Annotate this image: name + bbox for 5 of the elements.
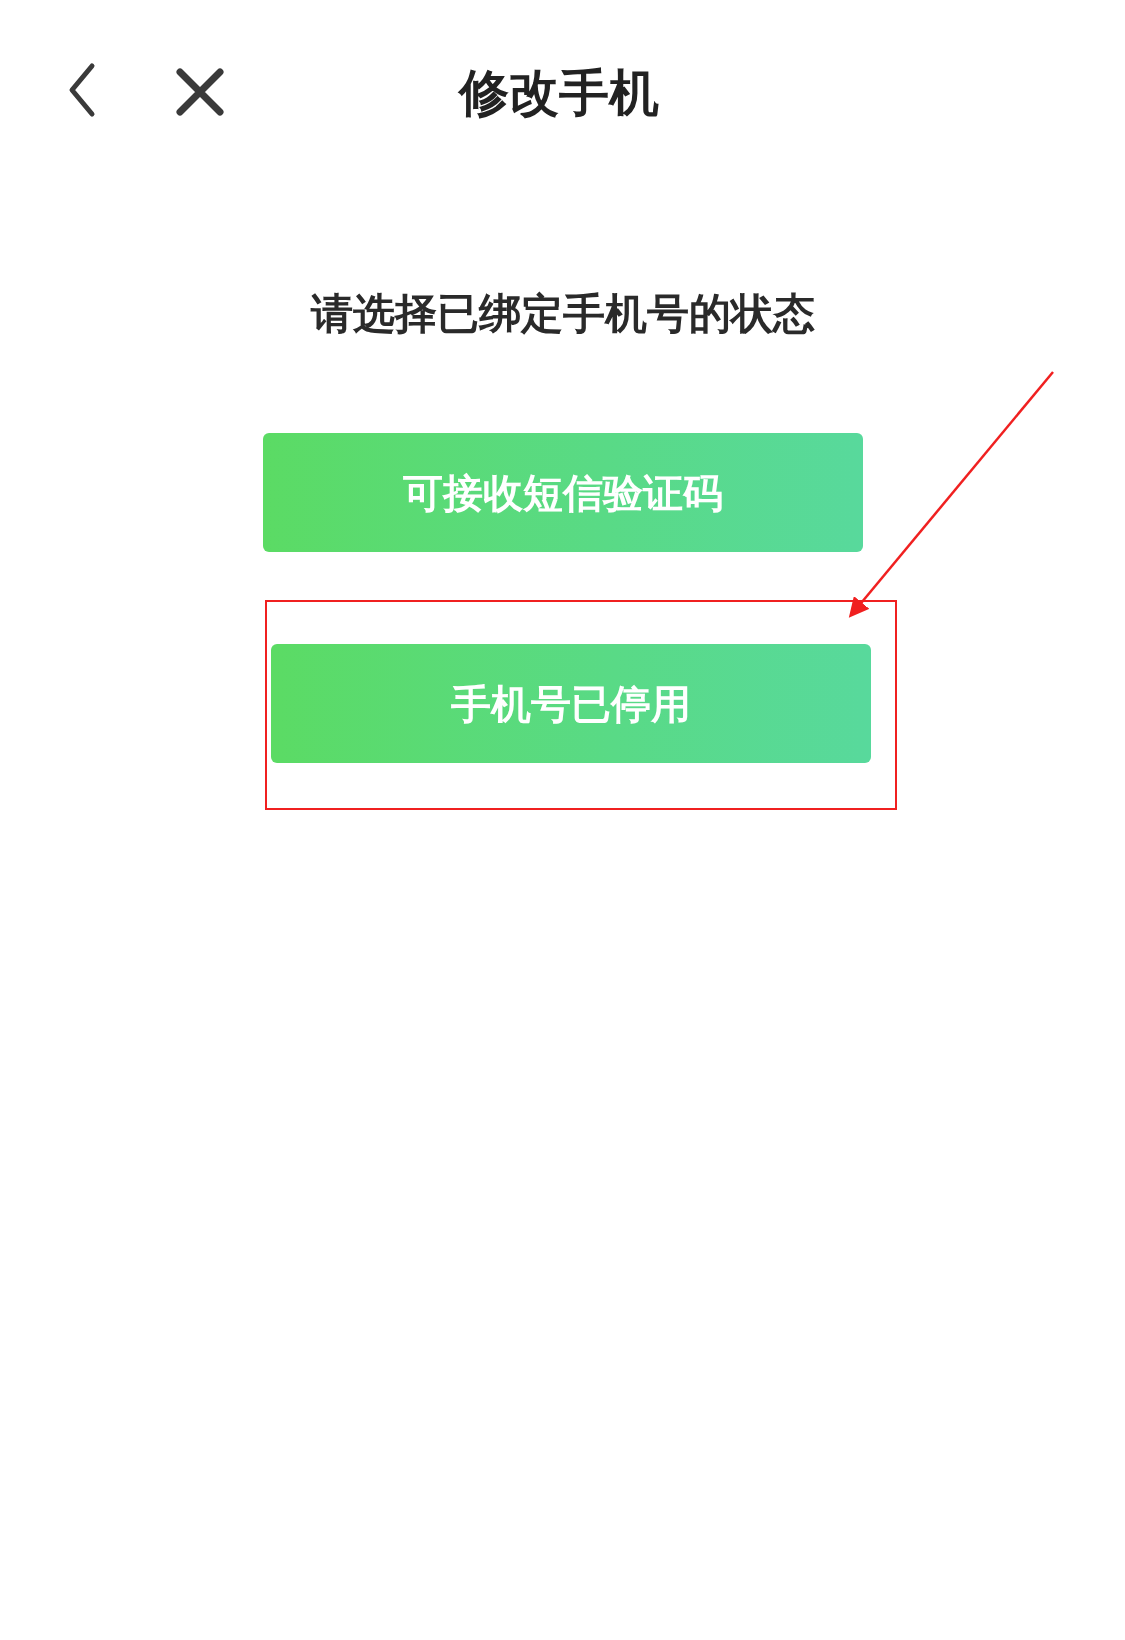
option-button[interactable]: 手机号已停用 <box>270 644 871 763</box>
prompt-text: 请选择已绑定手机号的状态 <box>310 288 815 340</box>
close-icon <box>176 68 224 116</box>
page-title: 修改手机 <box>458 62 659 124</box>
option-button[interactable]: 可接收短信验证码 <box>262 433 863 552</box>
